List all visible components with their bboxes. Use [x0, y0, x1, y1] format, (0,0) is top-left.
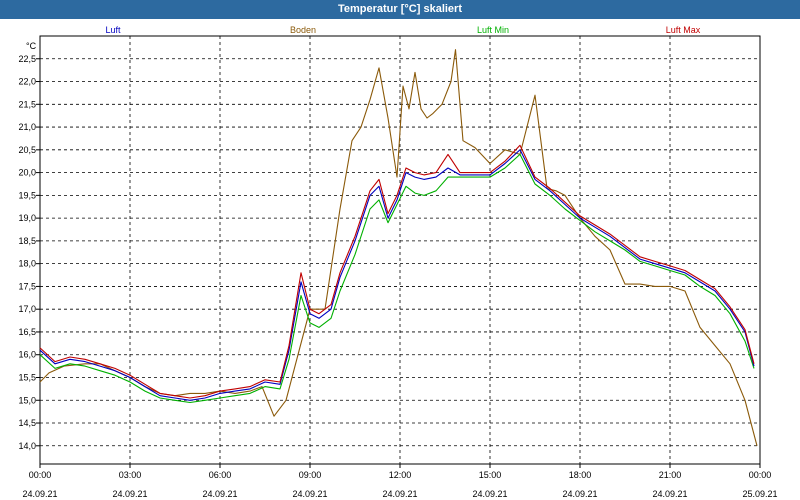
y-tick-label: 18,5 [18, 236, 36, 246]
y-tick-label: 21,5 [18, 99, 36, 109]
chart-title: Temperatur [°C] skaliert [0, 0, 800, 19]
grid-lines [36, 35, 761, 468]
y-tick-label: 19,0 [18, 213, 36, 223]
axis-labels: 22,5 22,0 21,5 21,0 20,5 20,0 19,5 19,0 18,5 18,0… [18, 25, 777, 499]
y-tick-label: 17,5 [18, 281, 36, 291]
y-tick-label: 20,0 [18, 168, 36, 178]
y-tick-label: 20,5 [18, 145, 36, 155]
y-tick-label: 14,0 [18, 441, 36, 451]
y-tick-label: 15,0 [18, 395, 36, 405]
y-tick-label: 19,5 [18, 190, 36, 200]
x-tick-date: 25.09.21 [742, 489, 777, 499]
y-tick-label: 18,0 [18, 259, 36, 269]
x-tick-time: 12:00 [389, 470, 412, 480]
y-tick-label: 17,0 [18, 304, 36, 314]
x-tick-time: 15:00 [479, 470, 502, 480]
y-tick-label: 16,5 [18, 327, 36, 337]
series-lines [39, 49, 758, 446]
series-line-luft-max [39, 144, 755, 399]
x-tick-date: 24.09.21 [292, 489, 327, 499]
x-tick-date: 24.09.21 [652, 489, 687, 499]
x-tick-time: 06:00 [209, 470, 232, 480]
x-tick-date: 24.09.21 [22, 489, 57, 499]
legend-entry: Boden [290, 25, 316, 35]
y-axis-unit: °C [26, 41, 37, 51]
y-tick-label: 14,5 [18, 418, 36, 428]
x-tick-time: 00:00 [29, 470, 52, 480]
legend-entry: Luft Min [477, 25, 509, 35]
legend-entry: Luft [105, 25, 121, 35]
series-line-luft-min [39, 153, 755, 404]
x-tick-time: 09:00 [299, 470, 322, 480]
x-tick-date: 24.09.21 [382, 489, 417, 499]
plot-frame [39, 35, 761, 465]
x-tick-date: 24.09.21 [562, 489, 597, 499]
chart-window: Temperatur [°C] skaliert 22,5 22,0 21,5 21,… [0, 0, 800, 500]
y-tick-label: 22,5 [18, 54, 36, 64]
y-tick-label: 15,5 [18, 372, 36, 382]
x-tick-date: 24.09.21 [112, 489, 147, 499]
y-tick-label: 22,0 [18, 77, 36, 87]
temperature-chart: 22,5 22,0 21,5 21,0 20,5 20,0 19,5 19,0 18,5 18,0… [18, 25, 777, 499]
y-tick-label: 16,0 [18, 350, 36, 360]
series-line-luft [39, 149, 755, 401]
x-tick-date: 24.09.21 [472, 489, 507, 499]
x-tick-time: 00:00 [749, 470, 772, 480]
x-tick-time: 03:00 [119, 470, 142, 480]
y-tick-label: 21,0 [18, 122, 36, 132]
x-tick-date: 24.09.21 [202, 489, 237, 499]
x-tick-time: 21:00 [659, 470, 682, 480]
x-tick-time: 18:00 [569, 470, 592, 480]
legend-entry: Luft Max [666, 25, 701, 35]
